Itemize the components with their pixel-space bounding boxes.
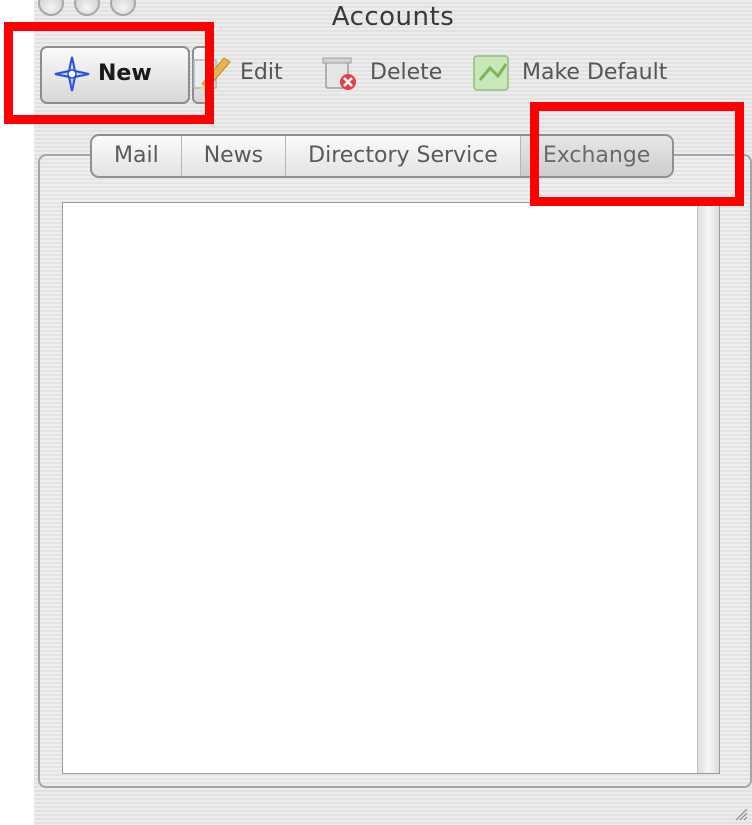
vertical-scrollbar[interactable] xyxy=(697,203,719,773)
accounts-panel xyxy=(38,154,752,788)
make-default-button[interactable]: Make Default xyxy=(470,50,686,100)
edit-button-label: Edit xyxy=(240,60,283,85)
tab-mail[interactable]: Mail xyxy=(92,136,182,176)
accounts-list[interactable] xyxy=(62,202,720,774)
resize-grip-icon[interactable] xyxy=(734,807,748,821)
make-default-button-label: Make Default xyxy=(522,60,668,85)
new-button-highlight xyxy=(4,22,214,124)
trash-icon xyxy=(322,57,356,90)
tab-directory-service[interactable]: Directory Service xyxy=(286,136,521,176)
make-default-icon xyxy=(473,55,509,91)
exchange-tab-highlight xyxy=(530,102,744,206)
delete-button[interactable]: Delete xyxy=(318,50,458,100)
tab-news[interactable]: News xyxy=(182,136,287,176)
delete-button-label: Delete xyxy=(370,60,443,85)
